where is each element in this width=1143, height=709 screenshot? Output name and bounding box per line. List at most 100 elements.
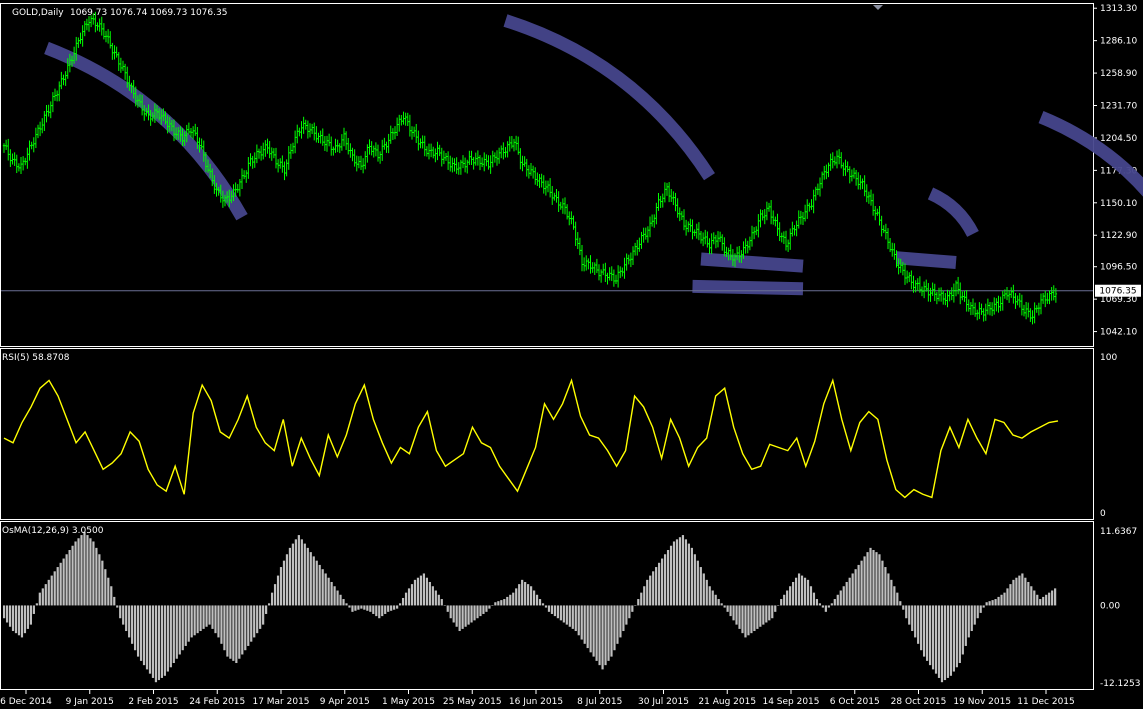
osma-bar	[190, 605, 193, 638]
osma-bar	[586, 605, 589, 649]
osma-bar	[47, 579, 50, 606]
osma-bar	[518, 584, 521, 606]
osma-bar	[923, 605, 926, 657]
ohlc-readout: 1069.73 1076.74 1069.73 1076.35	[70, 8, 227, 18]
osma-bar	[175, 605, 178, 659]
osma-bar	[208, 605, 211, 625]
osma-bar	[672, 541, 676, 606]
osma-bar	[300, 539, 303, 606]
osma-bar	[818, 603, 822, 606]
osma-bar	[547, 605, 551, 612]
osma-bar	[181, 605, 184, 651]
osma-bar	[384, 605, 387, 614]
osma-bar	[535, 594, 539, 606]
osma-bar	[684, 539, 688, 606]
osma-bar	[699, 567, 702, 606]
osma-bar	[592, 605, 595, 657]
osma-bar	[345, 603, 348, 606]
osma-bar	[482, 605, 485, 614]
osma-bar	[211, 605, 214, 629]
trading-chart[interactable]: 1313.301286.101258.901231.701204.501177.…	[0, 0, 1143, 709]
osma-bar	[80, 535, 83, 606]
osma-bar	[958, 605, 961, 664]
osma-bar	[806, 579, 810, 606]
osma-bar	[357, 605, 360, 610]
osma-bar	[661, 558, 664, 606]
osma-bar	[562, 605, 565, 623]
osma-bar	[1033, 590, 1036, 606]
osma-bar	[95, 547, 98, 606]
osma-bar	[506, 596, 509, 606]
osma-bar	[595, 605, 598, 661]
osma-bar	[154, 605, 158, 683]
osma-bar	[425, 577, 428, 606]
osma-bar	[893, 586, 896, 606]
osma-bar	[265, 605, 268, 614]
osma-bar	[416, 577, 420, 606]
osma-bar	[815, 599, 819, 606]
osma-bar	[205, 605, 208, 627]
osma-bar	[41, 588, 44, 606]
osma-bar	[669, 545, 673, 606]
osma-bar	[235, 605, 238, 664]
osma-bar	[360, 605, 363, 609]
osma-bar	[580, 605, 583, 640]
osma-bar	[256, 605, 259, 634]
osma-bar	[800, 575, 804, 606]
osma-bar	[583, 605, 586, 644]
date-tick-label: 16 Jun 2015	[509, 697, 563, 707]
osma-bar	[199, 605, 202, 632]
osma-bar	[711, 590, 714, 606]
osma-bar	[997, 596, 1000, 606]
osma-bar	[762, 605, 765, 625]
date-tick-label: 17 Mar 2015	[252, 697, 309, 707]
date-tick-label: 6 Dec 2014	[0, 697, 52, 707]
osma-bar	[202, 605, 205, 629]
osma-bar	[991, 600, 994, 606]
osma-bar	[315, 560, 318, 606]
osma-bar	[306, 547, 309, 606]
osma-bar	[803, 577, 807, 606]
date-tick-label: 1 May 2015	[382, 697, 435, 707]
osma-bar	[690, 547, 693, 606]
osma-bar	[931, 605, 935, 670]
osma-bar	[568, 605, 571, 627]
osma-bar	[925, 605, 929, 661]
osma-bar	[333, 586, 336, 606]
osma-bar	[77, 538, 80, 606]
osma-bar	[404, 592, 408, 606]
osma-bar	[378, 605, 381, 619]
osma-bar	[792, 581, 795, 606]
osma-bar	[527, 584, 530, 606]
osma-bar	[634, 605, 637, 606]
osma-bar	[988, 601, 991, 606]
osma-bar	[955, 605, 958, 668]
osma-bar	[470, 605, 473, 623]
osma-bar	[979, 605, 982, 613]
osma-bar	[1027, 581, 1030, 606]
osma-bar	[336, 590, 339, 606]
osma-bar	[419, 575, 423, 606]
osma-bar	[148, 605, 152, 674]
osma-bar	[771, 605, 774, 619]
osma-bar	[1003, 592, 1006, 606]
date-tick-label: 8 Jul 2015	[577, 697, 622, 707]
osma-bar	[366, 605, 369, 611]
osma-bar	[643, 586, 646, 606]
osma-bar	[5, 605, 9, 623]
osma-bar	[446, 605, 449, 612]
date-tick-label: 28 Oct 2015	[891, 697, 947, 707]
osma-bar	[732, 605, 735, 621]
rsi-tick-label: 0	[1100, 509, 1106, 519]
osma-bar	[303, 543, 306, 606]
osma-bar	[184, 605, 187, 646]
osma-bar	[452, 605, 455, 623]
osma-bar	[524, 581, 527, 606]
osma-bar	[1048, 592, 1051, 606]
osma-bar	[1000, 594, 1003, 606]
osma-bar	[238, 605, 241, 659]
osma-bar	[708, 586, 711, 606]
osma-bar	[342, 599, 345, 606]
osma-bar	[401, 597, 405, 606]
osma-bar	[705, 579, 708, 606]
